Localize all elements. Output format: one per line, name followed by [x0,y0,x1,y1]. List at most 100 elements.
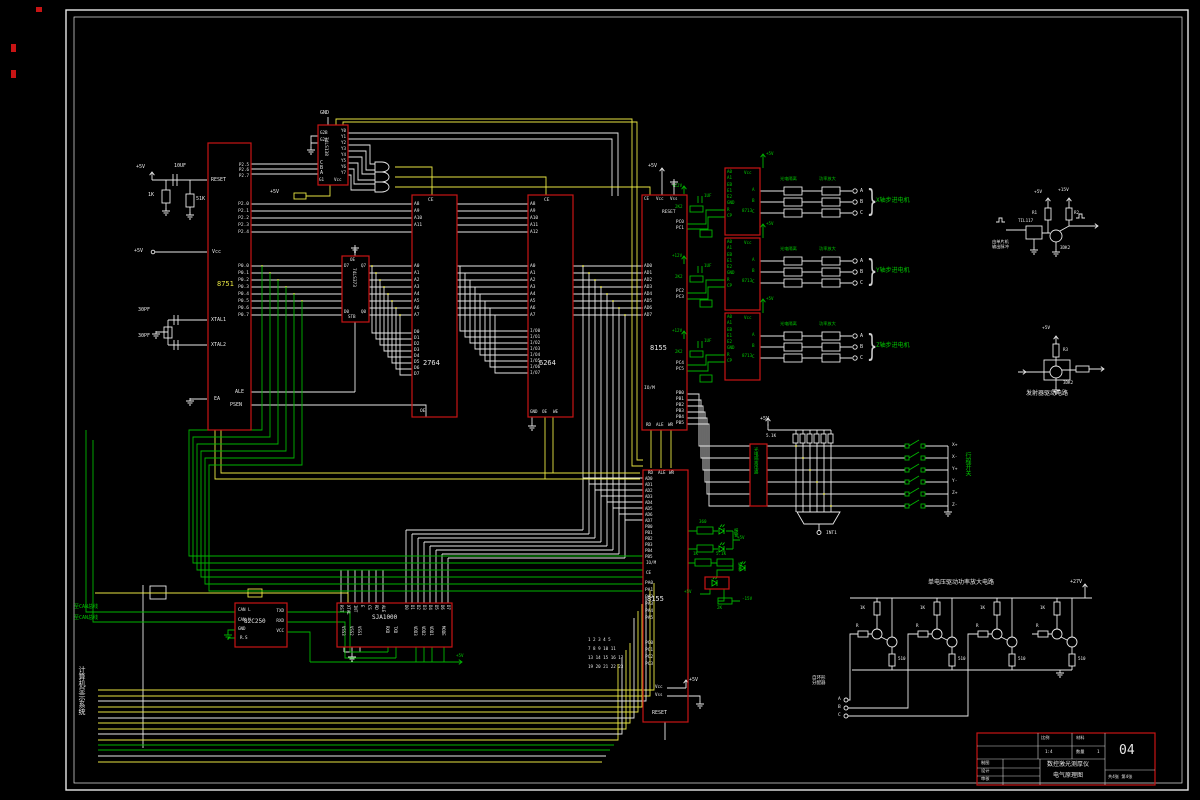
sja-pin-vdd1: VDD1 [429,626,434,636]
sja-pin-vdd2: VDD2 [421,626,426,636]
oc1-5v: +5V [1034,190,1043,195]
term-y-b: B [860,269,864,275]
oc2-5v: +5V [1042,326,1051,331]
dec138-y-pins: Y0 Y1 Y2 Y3 Y4 Y5 Y6 Y7 [340,128,346,175]
ram-io: I/O0 I/O1 I/O2 I/O3 I/O4 I/O5 I/O6 I/O7 [530,328,541,375]
driver-y-5v: +5V [766,221,774,226]
ram-oe: OE [542,409,548,414]
term-y-a: A [860,258,864,264]
pio1-vss: Vss [670,196,678,201]
vcc-5v-label: +5V [134,248,144,254]
latch-d7: D7 [344,263,350,268]
xtal-cap2-label: 30PF [138,333,151,339]
amp-title: 单电压驱动功率放大电路 [928,579,995,586]
sw-y-minus: Y- [952,479,958,484]
dec138-gnd: GND [320,110,330,116]
reset-r1-label: 1K [148,192,155,198]
schematic-wiring [11,7,1189,791]
amp2-rlow: 510 [958,656,966,661]
alarm-n15v: -15V [742,596,753,601]
alarm-r2k-label: 2K [717,605,723,610]
tb-qty-label: 数量 [1076,749,1085,754]
latch-name: 74LS373 [351,268,357,287]
rom-d: D0 D1 D2 D3 D4 D5 D6 D7 [414,330,420,377]
sw-z-plus: Z+ [952,491,958,496]
driver-y-chip: 8713 [742,278,753,283]
pio2-reset: RESET [652,710,668,716]
driver-z-a: A [752,332,755,337]
tb-qty-value: 1 [1097,749,1100,754]
driver-y-b: B [752,268,755,273]
sja-pin-d7: D7 [446,605,451,610]
oc1-q: 3DK2 [1060,245,1071,250]
term-x-a: A [860,188,864,194]
250-pin-rxd: RXD [276,618,284,623]
wire-numbers-1: 1 2 3 4 5 [588,637,611,642]
driver-z-12v: +12V [672,328,683,333]
sja-pin-vdd3: VDD3 [413,626,418,636]
mcu-pin-reset: RESET [211,177,227,183]
latch-q7: Q7 [361,263,367,268]
oc2-r3: R3 [1063,347,1069,352]
pio1-pc23: PC2 PC3 [675,289,684,300]
ram-we: WE [553,409,559,414]
250-pin-canl: CAN L [238,607,251,612]
green-wires [85,153,926,665]
limit-switch-label: 行程开关 [964,452,971,476]
driver-z-5v: +5V [766,296,774,301]
amp3-rtop: 1K [980,605,986,610]
pio1-5v: +5V [648,163,658,169]
sja-pin-vss3: VSS3 [341,626,346,636]
ram-name: 6264 [539,359,556,367]
amp2-rtop: 1K [920,605,926,610]
sja-pin-rxd: RXD [385,626,390,634]
alarm-5v-a: +5V [737,535,745,540]
motor-x-label: X轴步进电机 [876,197,910,204]
wire-numbers-3: 13 14 15 16 17 [588,655,624,660]
rom-name: 2764 [423,359,440,367]
sw-z-minus: Z- [952,503,958,508]
ram-ce: CE [544,198,550,203]
wire-numbers-2: 7 8 9 10 11 [588,646,616,651]
opto-header-x: 光电隔离 [780,176,797,181]
driver-z-b: B [752,343,755,348]
amp1-rin: R [856,623,859,628]
oc1-note: 由单片机 输出脉冲 [992,239,1009,249]
250-pin-canh: CAN H [238,617,251,622]
schematic-canvas: +5V 10UF 1K 51K RESET +5V Vcc 30PF 30PF … [0,0,1200,800]
driver-z-c: C [752,354,755,359]
pio1-rd: RD [646,422,652,427]
display-system-label: 计算机显示系统 [78,666,86,715]
amp1-rlow: 510 [898,656,906,661]
dec138-name: 74LS138 [323,137,329,156]
sja-pin-mode: MODE [441,626,446,636]
pio2-ad: AD0 AD1 AD2 AD3 AD4 AD5 AD6 AD7 [645,476,653,523]
can-bus-label-1: 至CAN总线 [74,604,99,610]
sja1000-name: SJA1000 [372,614,398,621]
pio2-ale: ALE [658,470,666,475]
sja-pin-txd: TXD [393,626,398,634]
mcu-pin-xtal1: XTAL1 [211,317,227,323]
pio2-vcc: Vcc [655,684,663,689]
drawing-frame [65,9,1189,791]
reset-cap-label: 10UF [174,163,187,169]
pio2-pb: PB0 PB1 PB2 PB3 PB4 PB5 [645,524,653,559]
tb-row-draw: 制图 [981,760,990,765]
latch-oe: OE [350,257,356,262]
pio1-wr: WR [668,422,674,427]
sja-5v: +5V [456,653,464,658]
pio1-vcc: Vcc [656,196,664,201]
latch-stb: STB [348,314,356,319]
driver-y-res: 2K2 [675,274,683,279]
pio1-pc45: PC4 PC5 [675,361,684,372]
driver-x-5v: +5V [766,151,774,156]
250-pin-vcc: VCC [276,628,284,633]
pio1-name: 8155 [650,344,667,352]
frame-corner-marks [11,7,42,78]
tb-title-line2: 电气原理图 [1053,772,1084,779]
latch-q0: Q0 [361,309,367,314]
pio1-ce: CE [644,196,650,201]
pio2-vss: Vss [655,692,663,697]
term-x-c: C [860,210,864,216]
wire-numbers-4: 19 20 21 22 23 [588,664,624,669]
